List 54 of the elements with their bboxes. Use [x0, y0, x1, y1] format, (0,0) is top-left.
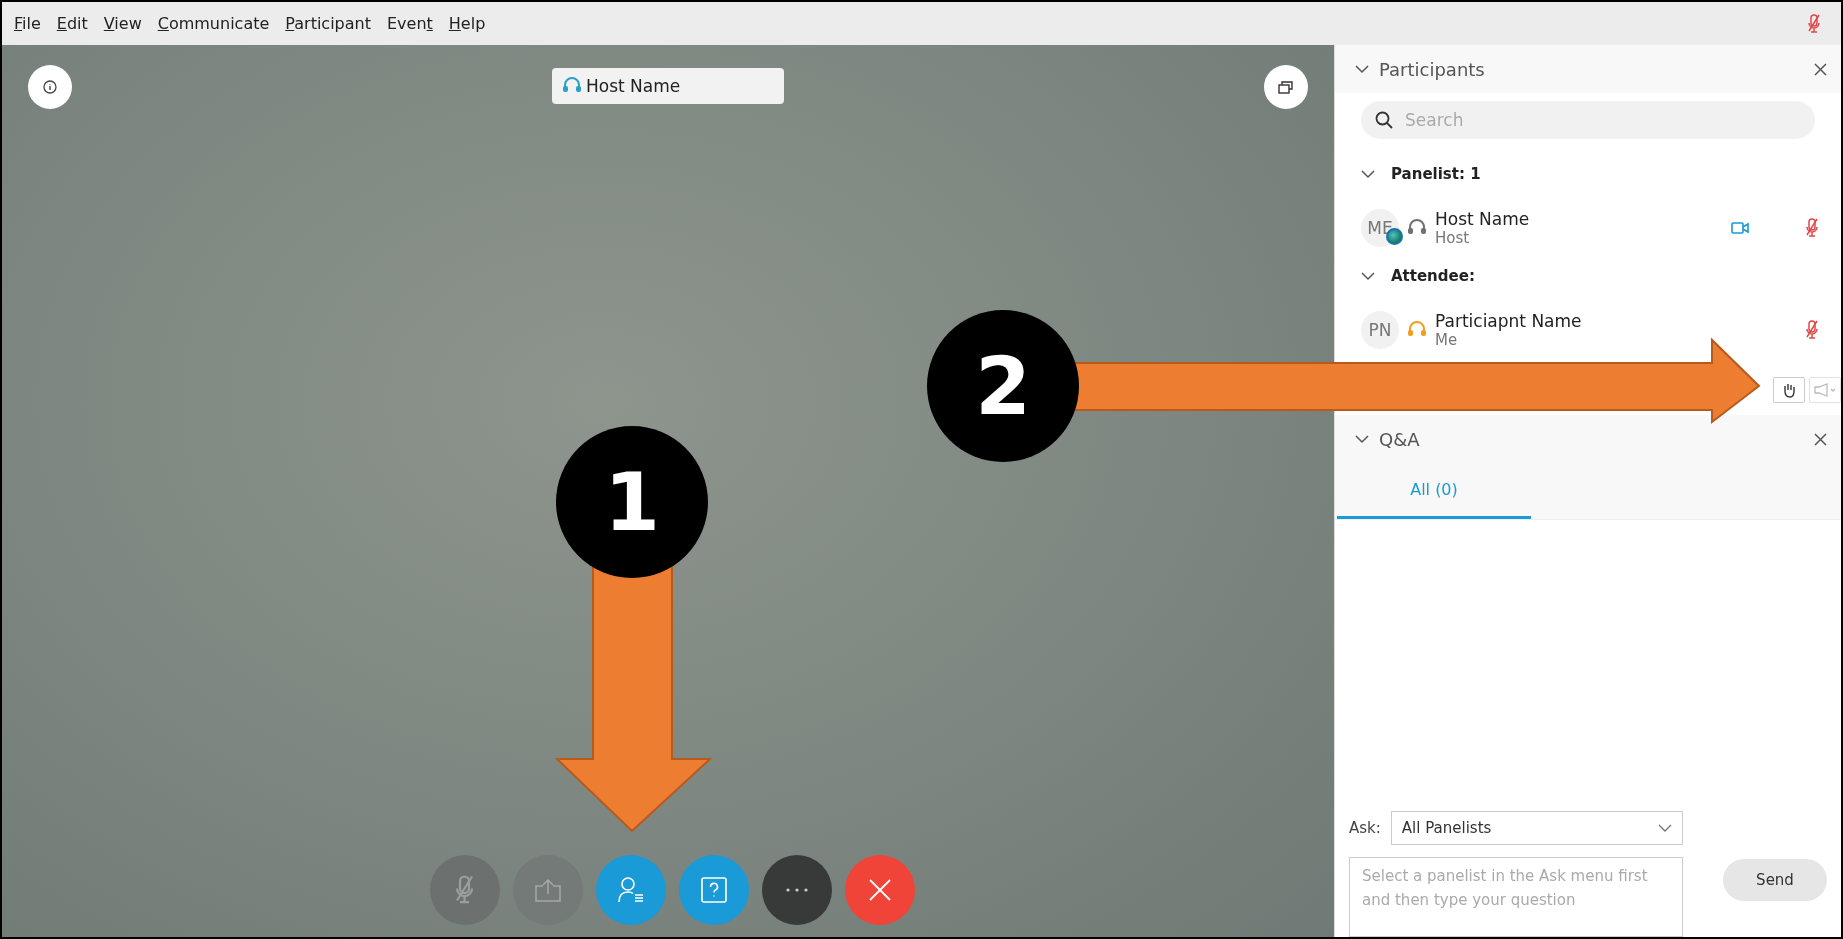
callout-number: 1 — [556, 426, 708, 578]
menu-item[interactable]: Help — [448, 14, 486, 33]
headset-icon — [1407, 219, 1427, 237]
more-icon — [785, 888, 808, 892]
raise-hand-button[interactable] — [1773, 377, 1805, 403]
close-button[interactable] — [1814, 432, 1827, 446]
info-button[interactable] — [28, 65, 72, 109]
headset-icon — [1407, 321, 1427, 339]
host-name-text: Host Name — [586, 76, 681, 96]
info-icon — [43, 80, 57, 94]
layout-button[interactable] — [1264, 65, 1308, 109]
chevron-icon[interactable] — [1361, 169, 1375, 179]
panel-title: Q&A — [1379, 428, 1421, 450]
close-icon — [867, 878, 892, 902]
chevron-icon[interactable] — [1361, 271, 1375, 281]
menu-item[interactable]: File — [14, 14, 41, 33]
close-icon — [1814, 432, 1827, 446]
search-icon — [1375, 111, 1393, 129]
participant-name: Particiapnt Name — [1435, 311, 1583, 331]
muted-microphone-icon — [1805, 320, 1819, 340]
menu-item[interactable]: Event — [386, 14, 433, 33]
muted-microphone-icon — [1807, 13, 1821, 34]
search-field[interactable]: Search — [1361, 101, 1815, 139]
share-icon — [533, 878, 562, 902]
avatar: PN — [1361, 311, 1399, 349]
send-button[interactable]: Send — [1723, 859, 1827, 901]
callout-number: 2 — [927, 310, 1079, 462]
windows-icon — [1278, 80, 1294, 94]
close-button[interactable] — [1814, 62, 1827, 76]
group-label: Attendee: — [1391, 267, 1475, 285]
panel-title: Participants — [1379, 58, 1486, 80]
ask-dropdown[interactable]: All Panelists — [1390, 811, 1683, 845]
menu-item[interactable]: View — [103, 14, 142, 33]
participant-name: Host Name — [1435, 209, 1531, 229]
participant-role: Me — [1435, 331, 1459, 349]
group-label: Panelist: 1 — [1391, 165, 1481, 183]
question-field[interactable]: Select a panelist in the Ask menu first and then type your question — [1349, 857, 1683, 937]
question-icon — [700, 877, 727, 903]
ask-label: Ask: — [1349, 819, 1381, 837]
menu-item[interactable]: Communicate — [157, 14, 270, 33]
chevron-icon[interactable] — [1355, 64, 1369, 74]
participants-icon — [616, 876, 645, 904]
menu-item[interactable]: Edit — [56, 14, 88, 33]
participant-role: Host — [1435, 229, 1471, 247]
muted-microphone-icon — [454, 875, 475, 905]
headset-icon — [562, 77, 582, 95]
video-camera-icon — [1731, 221, 1749, 235]
megaphone-icon — [1813, 383, 1837, 397]
chevron-icon[interactable] — [1355, 434, 1369, 444]
close-icon — [1814, 62, 1827, 76]
menu-item[interactable]: Participant — [285, 14, 371, 33]
muted-microphone-icon — [1805, 218, 1819, 238]
hand-icon — [1782, 382, 1796, 398]
chevron-icon — [1657, 823, 1672, 833]
